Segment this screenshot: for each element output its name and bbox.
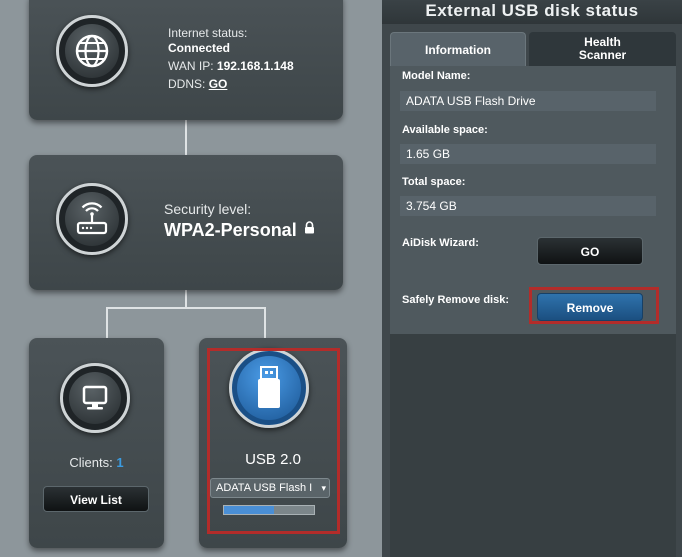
globe-icon (75, 34, 109, 68)
panel-empty-area (390, 334, 676, 557)
connector-line (185, 288, 187, 308)
wan-ip-value: 192.168.1.148 (216, 59, 294, 73)
computer-icon (82, 385, 108, 410)
usb-highlight-frame (207, 348, 340, 534)
connector-line (106, 307, 108, 339)
available-space-value: 1.65 GB (400, 144, 656, 164)
clients-count[interactable]: 1 (116, 455, 123, 470)
wan-ip-label: WAN IP: (168, 59, 214, 73)
tab-health-line2: Scanner (578, 48, 627, 62)
view-list-button[interactable]: View List (43, 486, 149, 512)
router-card[interactable]: Security level: WPA2-Personal (29, 155, 343, 290)
total-space-value: 3.754 GB (400, 196, 656, 216)
remove-button[interactable]: Remove (537, 293, 643, 321)
tab-information[interactable]: Information (390, 32, 526, 66)
ddns-label: DDNS: (168, 77, 206, 91)
globe-icon-circle (56, 15, 128, 87)
security-level-value: WPA2-Personal (164, 220, 297, 240)
clients-label: Clients: (69, 455, 113, 470)
usb-status-panel: External USB disk status Information Hea… (382, 0, 682, 557)
connector-line (185, 120, 187, 156)
lock-icon (304, 221, 314, 234)
aidisk-go-button[interactable]: GO (537, 237, 643, 265)
aidisk-wizard-label: AiDisk Wizard: (402, 237, 479, 249)
clients-card[interactable]: Clients: 1 View List (29, 338, 164, 548)
security-level-label: Security level: (164, 201, 252, 217)
safely-remove-label: Safely Remove disk: (402, 294, 509, 306)
total-space-label: Total space: (402, 176, 466, 188)
ddns-go-link[interactable]: GO (209, 77, 228, 91)
internet-status-label: Internet status: (168, 26, 248, 40)
router-icon (76, 202, 108, 235)
available-space-label: Available space: (402, 124, 488, 136)
panel-title: External USB disk status (382, 0, 682, 24)
internet-status-value: Connected (168, 41, 231, 55)
tab-health-scanner[interactable]: Health Scanner (529, 32, 676, 66)
connector-line (264, 307, 266, 339)
router-icon-circle (56, 183, 128, 255)
panel-tabs: Information Health Scanner (390, 32, 676, 66)
internet-card[interactable]: Internet status: Connected WAN IP: 192.1… (29, 0, 343, 120)
connector-line (106, 307, 266, 309)
computer-icon-circle (60, 363, 130, 433)
model-name-value: ADATA USB Flash Drive (400, 91, 656, 111)
model-name-label: Model Name: (402, 70, 471, 82)
network-map: Internet status: Connected WAN IP: 192.1… (0, 0, 382, 557)
